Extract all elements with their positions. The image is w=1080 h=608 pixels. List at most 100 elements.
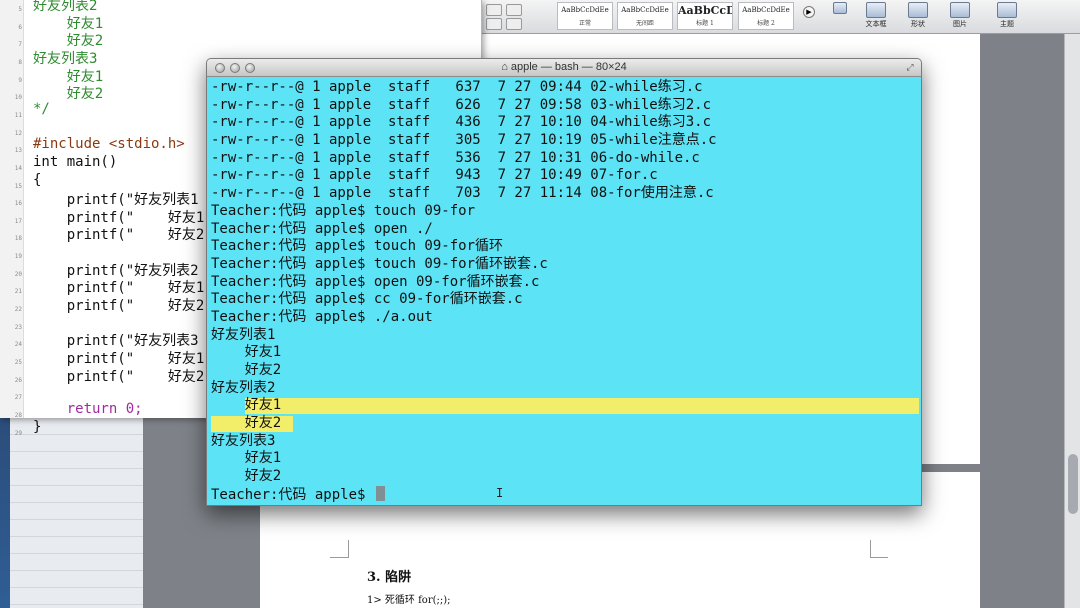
terminal-titlebar[interactable]: ⌂ apple — bash — 80×24 ⤢	[207, 59, 921, 77]
terminal-window[interactable]: ⌂ apple — bash — 80×24 ⤢ -rw-r--r--@ 1 ap…	[206, 58, 922, 506]
terminal-line: 好友1	[211, 344, 919, 362]
terminal-line: -rw-r--r--@ 1 apple staff 637 7 27 09:44…	[211, 79, 919, 97]
terminal-line-text: 好友2	[211, 415, 282, 432]
format-tool-icon[interactable]	[486, 4, 502, 16]
terminal-line: Teacher:代码 apple$ touch 09-for循环	[211, 238, 919, 256]
terminal-line-text: Teacher:代码 apple$ open 09-for循环嵌套.c	[211, 273, 540, 290]
document-scrollbar[interactable]	[1064, 34, 1080, 608]
terminal-output[interactable]: -rw-r--r--@ 1 apple staff 637 7 27 09:44…	[211, 79, 919, 504]
code-line[interactable]: {	[33, 172, 41, 188]
crop-mark	[870, 557, 888, 558]
line-number: 28	[14, 411, 22, 419]
terminal-line-text: -rw-r--r--@ 1 apple staff 637 7 27 09:44…	[211, 79, 703, 95]
format-tool-icon[interactable]	[486, 18, 502, 30]
picture-button[interactable]: 图片	[945, 2, 975, 29]
line-number: 6	[18, 23, 22, 31]
code-line[interactable]: */	[33, 101, 50, 117]
code-text: return 0;	[66, 400, 143, 417]
terminal-line: -rw-r--r--@ 1 apple staff 436 7 27 10:10…	[211, 114, 919, 132]
code-text: 好友1	[66, 68, 104, 85]
terminal-line: 好友2	[211, 468, 919, 486]
terminal-line-text: Teacher:代码 apple$ touch 09-for循环嵌套.c	[211, 255, 548, 272]
line-number: 24	[14, 341, 22, 349]
terminal-line-text: -rw-r--r--@ 1 apple staff 436 7 27 10:10…	[211, 114, 712, 131]
line-number: 18	[14, 235, 22, 243]
style-sample: AaBbCcD	[678, 4, 732, 17]
terminal-line-text: 好友列表3	[211, 432, 276, 449]
styles-scroll-icon[interactable]: ▶	[803, 6, 815, 18]
terminal-line-text: 好友列表1	[211, 326, 276, 343]
code-line[interactable]: #include <stdio.h>	[33, 136, 185, 152]
code-line[interactable]: int main()	[33, 154, 117, 170]
line-number: 9	[18, 76, 22, 84]
theme-button[interactable]: 主题	[992, 2, 1022, 29]
style-no-spacing[interactable]: AaBbCcDdEe 无间距	[617, 2, 673, 30]
terminal-line: Teacher:代码 apple$ touch 09-for	[211, 203, 919, 221]
line-number: 15	[14, 182, 22, 190]
line-number-gutter: 5 6 7 8 9 10 11 12 13 14 15 16 17 18 19 20 21 22 23 24 25 26 2…	[0, 0, 24, 437]
shapes-button[interactable]: 形状	[903, 2, 933, 29]
terminal-line-text: Teacher:代码 apple$	[211, 486, 374, 503]
terminal-line-text: 好友列表2	[211, 379, 276, 396]
textbox-button[interactable]: 文本框	[861, 2, 891, 29]
terminal-line-text: 好友1	[211, 344, 282, 361]
desktop-background	[0, 418, 10, 608]
code-text: printf("好友列表1	[66, 192, 199, 209]
terminal-line: 好友2	[211, 415, 919, 433]
resize-icon[interactable]: ⤢	[904, 62, 916, 74]
terminal-line: Teacher:代码 apple$ ./a.out	[211, 309, 919, 327]
format-tool-icon[interactable]	[506, 18, 522, 30]
line-number: 12	[14, 129, 22, 137]
scrollbar-thumb[interactable]	[1068, 454, 1078, 514]
terminal-line: Teacher:代码 apple$ open ./	[211, 221, 919, 239]
text-cursor-icon: I	[496, 486, 504, 500]
code-line[interactable]: printf(" 好友2	[33, 295, 205, 315]
code-text: int main()	[33, 153, 118, 170]
terminal-line-text: 好友2	[211, 468, 282, 485]
terminal-line: 好友列表2	[211, 380, 919, 398]
code-text: printf(" 好友1	[66, 280, 205, 297]
code-line[interactable]: return 0;	[33, 401, 143, 417]
terminal-line-text: Teacher:代码 apple$ touch 09-for	[211, 202, 476, 219]
line-number: 21	[14, 288, 22, 296]
home-icon: ⌂	[501, 61, 508, 73]
style-heading-2[interactable]: AaBbCcDdEe 标题 2	[738, 2, 794, 30]
terminal-title: ⌂ apple — bash — 80×24	[207, 61, 921, 73]
terminal-line: 好友列表1	[211, 327, 919, 345]
style-sample: AaBbCcDdEe	[742, 6, 790, 14]
selection-highlight	[245, 398, 919, 415]
code-text: 好友列表3	[33, 50, 98, 67]
crop-mark	[348, 540, 349, 558]
terminal-line: 好友1	[211, 450, 919, 468]
terminal-line-text: Teacher:代码 apple$ touch 09-for循环	[211, 238, 504, 255]
document-sidebar	[10, 418, 143, 608]
style-label: 正常	[578, 20, 591, 27]
format-tool-icon[interactable]	[506, 4, 522, 16]
line-number: 17	[14, 217, 22, 225]
line-number: 20	[14, 270, 22, 278]
line-number: 11	[14, 111, 22, 119]
line-number: 22	[14, 306, 22, 314]
code-text: printf(" 好友2	[66, 368, 205, 385]
document-list-item: 1> 死循环 for(;;);	[367, 595, 451, 606]
code-line[interactable]: }	[33, 419, 41, 435]
code-line[interactable]: printf(" 好友2	[33, 224, 205, 244]
style-normal[interactable]: AaBbCcDdEe 正常	[557, 2, 613, 30]
style-heading-1[interactable]: AaBbCcD 标题 1	[677, 2, 733, 30]
terminal-line-text: 好友2	[211, 362, 282, 378]
style-sample: AaBbCcDdEe	[621, 6, 669, 14]
code-text: 好友1	[66, 15, 104, 32]
wordart-button[interactable]	[825, 2, 855, 15]
terminal-line: Teacher:代码 apple$ open 09-for循环嵌套.c	[211, 274, 919, 292]
code-text: printf(" 好友2	[66, 298, 205, 315]
terminal-line-text: Teacher:代码 apple$ open ./	[211, 220, 433, 237]
code-line[interactable]: printf(" 好友2	[33, 366, 205, 386]
terminal-line-text: -rw-r--r--@ 1 apple staff 305 7 27 10:19…	[211, 132, 717, 149]
